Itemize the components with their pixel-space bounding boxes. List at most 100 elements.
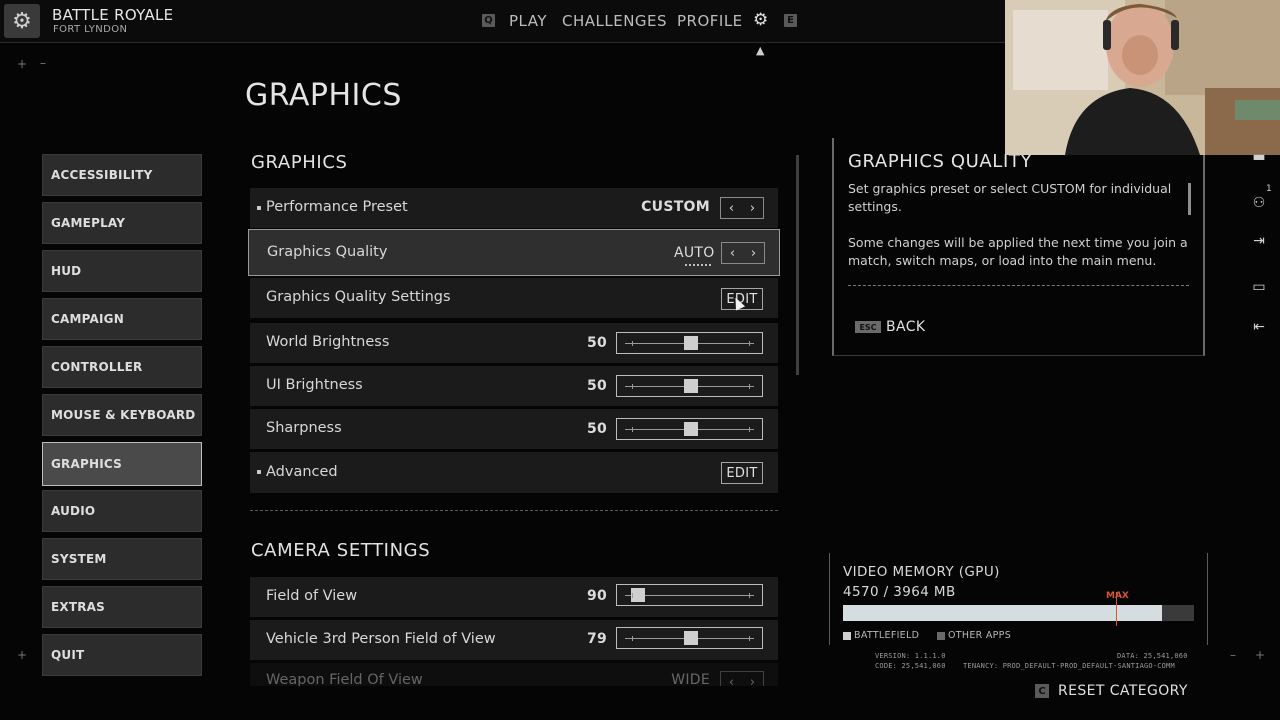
settings-gear-icon[interactable]: ⚙ <box>753 10 768 30</box>
active-tab-indicator-icon: ▲ <box>756 44 765 57</box>
sidebar-item-gameplay[interactable]: GAMEPLAY <box>42 202 202 244</box>
sub-option-marker-icon <box>257 470 261 474</box>
ui-brightness-slider[interactable] <box>616 375 763 397</box>
sidebar-item-label: ACCESSIBILITY <box>51 168 153 182</box>
next-tab-key: E <box>784 14 797 27</box>
weapon-fov-stepper[interactable]: ‹ › <box>720 671 764 687</box>
corner-minus-icon: – <box>1230 648 1236 662</box>
slider-tick <box>631 427 633 432</box>
camera-section-title: CAMERA SETTINGS <box>251 540 431 561</box>
slider-tick <box>749 636 751 641</box>
slider-tick <box>631 593 633 598</box>
legend-other-apps-label: OTHER APPS <box>948 630 1012 641</box>
graphics-quality-settings-label: Graphics Quality Settings <box>266 289 451 305</box>
sidebar-item-label: HUD <box>51 264 82 278</box>
chevron-left-icon[interactable]: ‹ <box>721 672 742 688</box>
party-icon[interactable]: ⚇ <box>1248 194 1270 212</box>
performance-preset-row[interactable]: Performance Preset CUSTOM ‹ › <box>250 188 778 228</box>
ui-brightness-label: UI Brightness <box>266 377 363 393</box>
graphics-quality-stepper[interactable]: ‹ › <box>721 242 765 264</box>
sidebar-item-accessibility[interactable]: ACCESSIBILITY <box>42 154 202 196</box>
sidebar-item-label: AUDIO <box>51 504 96 518</box>
world-brightness-slider[interactable] <box>616 332 763 354</box>
info-description: Set graphics preset or select CUSTOM for… <box>848 181 1172 214</box>
nav-challenges[interactable]: CHALLENGES <box>562 12 667 30</box>
weapon-fov-label: Weapon Field Of View <box>266 672 423 687</box>
menu-icon[interactable]: ▬ <box>1248 148 1270 166</box>
slider-tick <box>631 636 633 641</box>
chevron-right-icon[interactable]: › <box>742 672 763 688</box>
slider-thumb[interactable] <box>683 422 698 436</box>
slider-thumb[interactable] <box>683 631 698 645</box>
sidebar-item-controller[interactable]: CONTROLLER <box>42 346 202 388</box>
corner-plus-icon: + <box>17 648 28 662</box>
sharpness-label: Sharpness <box>266 420 342 436</box>
sidebar-item-label: CONTROLLER <box>51 360 143 374</box>
graphics-quality-settings-row[interactable]: Graphics Quality Settings EDIT <box>250 278 778 318</box>
reset-key: C <box>1035 684 1049 698</box>
performance-preset-stepper[interactable]: ‹ › <box>720 197 764 219</box>
chevron-right-icon[interactable]: › <box>743 243 764 263</box>
field-of-view-row[interactable]: Field of View 90 <box>250 577 778 617</box>
sidebar-item-mouse-keyboard[interactable]: MOUSE & KEYBOARD <box>42 394 202 436</box>
sidebar-item-campaign[interactable]: CAMPAIGN <box>42 298 202 340</box>
advanced-row[interactable]: Advanced EDIT <box>250 452 778 493</box>
vehicle-fov-slider[interactable] <box>616 627 763 649</box>
sub-option-marker-icon <box>257 206 261 210</box>
sidebar-item-quit[interactable]: QUIT <box>42 634 202 676</box>
graphics-quality-indicator <box>685 264 711 266</box>
sidebar-item-extras[interactable]: EXTRAS <box>42 586 202 628</box>
vehicle-fov-row[interactable]: Vehicle 3rd Person Field of View 79 <box>250 620 778 660</box>
data-text: DATA: 25,541,060 <box>1117 652 1188 660</box>
slider-thumb[interactable] <box>683 336 698 350</box>
graphics-section-title: GRAPHICS <box>251 152 348 173</box>
chevron-left-icon[interactable]: ‹ <box>722 243 743 263</box>
webcam-video-image <box>1005 0 1280 155</box>
world-brightness-row[interactable]: World Brightness 50 <box>250 323 778 363</box>
video-memory-title: VIDEO MEMORY (GPU) <box>843 564 1000 580</box>
tenancy-text: TENANCY: PROD_DEFAULT-PROD_DEFAULT-SANTI… <box>963 662 1175 670</box>
sidebar-item-label: MOUSE & KEYBOARD <box>51 408 196 422</box>
section-divider <box>250 510 778 511</box>
slider-tick <box>631 341 633 346</box>
weapon-fov-value: WIDE <box>671 672 710 687</box>
slider-thumb[interactable] <box>631 588 646 602</box>
join-icon[interactable]: ⇥ <box>1248 232 1270 250</box>
info-scrollbar[interactable] <box>1188 183 1191 215</box>
game-mode-logo-icon[interactable]: ⚙ <box>4 4 40 38</box>
settings-scrollbar[interactable] <box>796 155 799 375</box>
graphics-quality-row[interactable]: Graphics Quality AUTO ‹ › <box>248 229 780 276</box>
field-of-view-value: 90 <box>587 588 608 604</box>
slider-tick <box>749 341 751 346</box>
version-text: VERSION: 1.1.1.0 <box>875 652 946 660</box>
weapon-fov-row[interactable]: Weapon Field Of View WIDE ‹ › <box>250 663 778 687</box>
sidebar-item-label: GAMEPLAY <box>51 216 126 230</box>
advanced-edit-button[interactable]: EDIT <box>721 462 763 484</box>
slider-thumb[interactable] <box>683 379 698 393</box>
sidebar-item-audio[interactable]: AUDIO <box>42 490 202 532</box>
sidebar-item-system[interactable]: SYSTEM <box>42 538 202 580</box>
back-button[interactable]: BACK <box>886 319 926 335</box>
sharpness-slider[interactable] <box>616 418 763 440</box>
ui-brightness-row[interactable]: UI Brightness 50 <box>250 366 778 406</box>
reset-category-button[interactable]: RESET CATEGORY <box>1058 683 1188 699</box>
corner-plus-icon: + <box>17 57 28 71</box>
sidebar-item-label: QUIT <box>51 648 85 662</box>
chevron-left-icon[interactable]: ‹ <box>721 198 742 218</box>
graphics-quality-value: AUTO <box>674 245 715 261</box>
sidebar-item-graphics[interactable]: GRAPHICS <box>42 442 202 486</box>
nav-play[interactable]: PLAY <box>509 12 547 30</box>
corner-plus-icon: + <box>1255 648 1266 662</box>
nav-profile[interactable]: PROFILE <box>677 12 743 30</box>
mode-subtitle: FORT LYNDON <box>53 24 128 35</box>
exit-icon[interactable]: ⇤ <box>1248 318 1270 336</box>
webcam-overlay <box>1005 0 1280 155</box>
chevron-right-icon[interactable]: › <box>742 198 763 218</box>
sidebar-item-label: GRAPHICS <box>51 457 122 471</box>
chat-icon[interactable]: ▭ <box>1248 278 1270 296</box>
sidebar-item-hud[interactable]: HUD <box>42 250 202 292</box>
sharpness-row[interactable]: Sharpness 50 <box>250 409 778 449</box>
field-of-view-slider[interactable] <box>616 584 763 606</box>
slider-tick <box>749 384 751 389</box>
slider-tick <box>631 384 633 389</box>
